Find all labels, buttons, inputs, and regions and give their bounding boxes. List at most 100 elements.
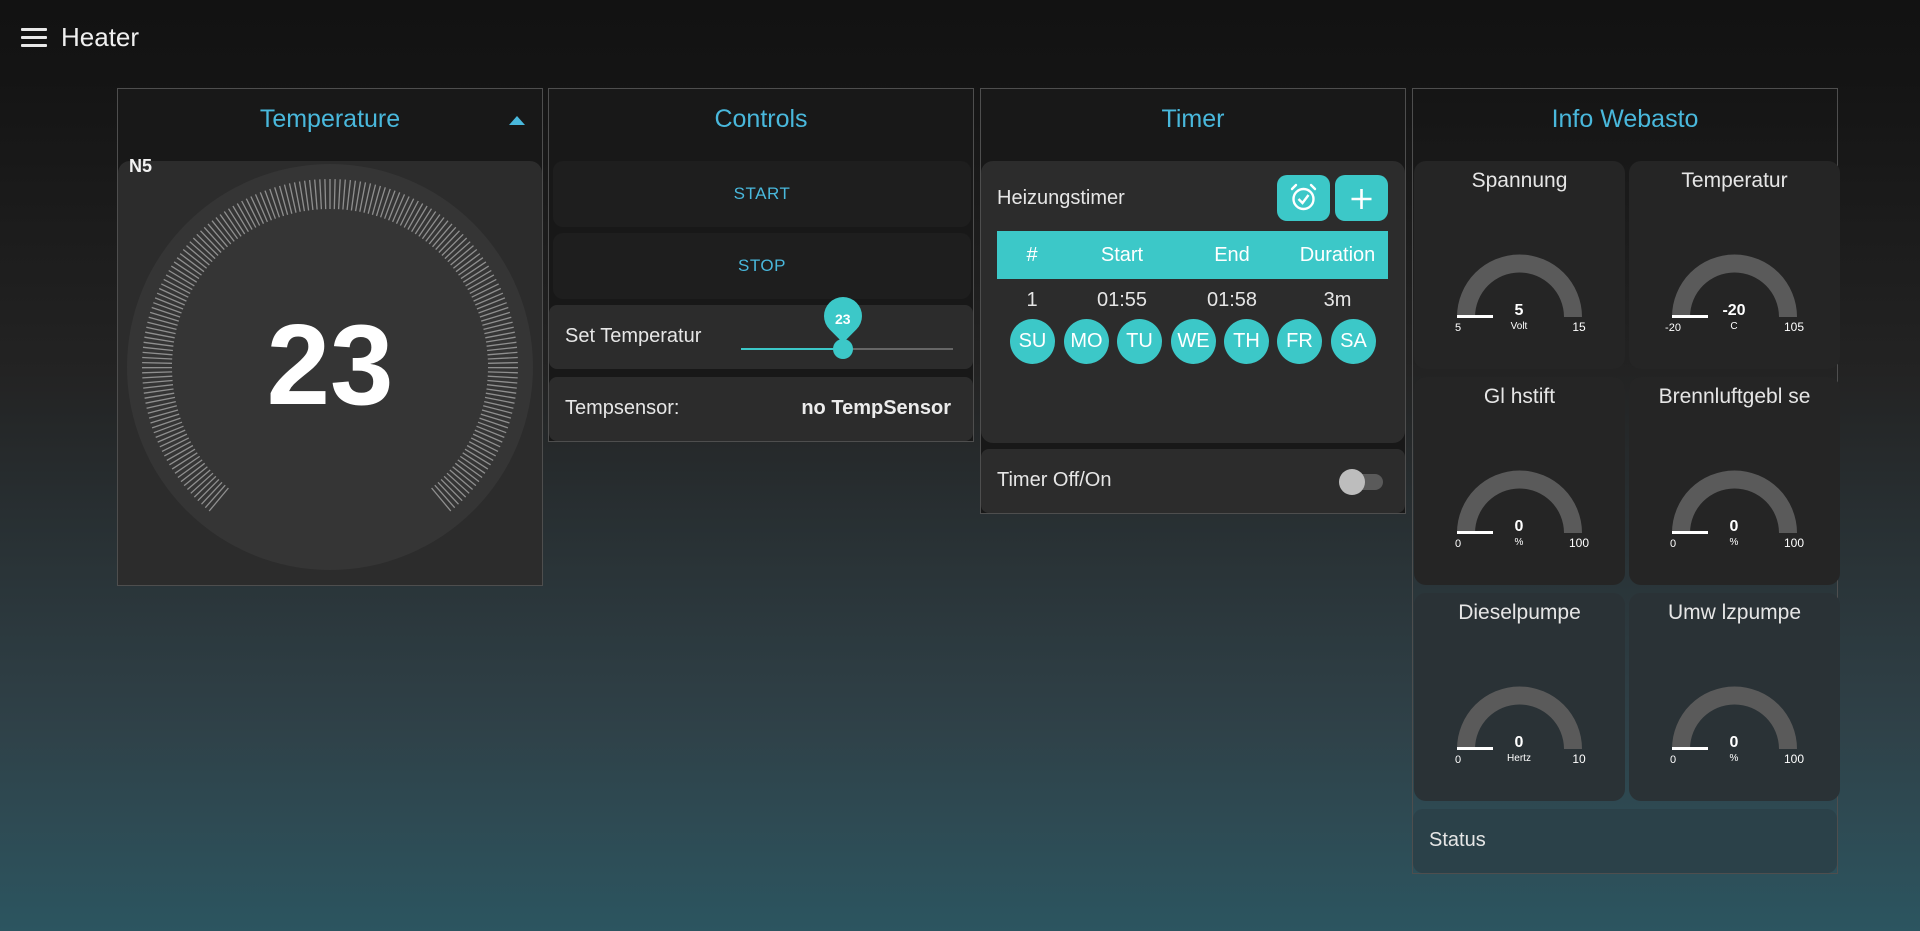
timer-toggle-row: Timer Off/On bbox=[981, 449, 1405, 513]
gauge-dial: 0 Hertz 0 10 bbox=[1455, 686, 1586, 766]
gauge-min: -20 bbox=[1665, 322, 1681, 334]
temperature-value: 23 bbox=[267, 302, 394, 429]
timer-card: Timer Heizungstimer # Start End Duration… bbox=[980, 88, 1406, 514]
collapse-up-icon[interactable] bbox=[509, 116, 525, 125]
gauge-unit: Volt bbox=[1511, 321, 1528, 332]
row-end: 01:58 bbox=[1206, 289, 1258, 311]
gauge-title: Umw lzpumpe bbox=[1667, 601, 1802, 624]
slider-fill bbox=[741, 348, 843, 350]
gauge-title: Gl hstift bbox=[1483, 385, 1556, 408]
timer-panel: Heizungstimer # Start End Duration 1 01:… bbox=[981, 161, 1405, 443]
gauge-4: Brennluftgebl se 0% 0 100 bbox=[1629, 377, 1840, 585]
menu-icon[interactable] bbox=[21, 28, 47, 50]
start-button[interactable]: START bbox=[553, 161, 971, 227]
status-row: Status bbox=[1413, 809, 1837, 873]
gauge-dial: 0% 0 100 bbox=[1455, 470, 1589, 550]
slider-bubble-value: 23 bbox=[834, 311, 851, 327]
status-label: Status bbox=[1429, 829, 1486, 851]
temperature-card: Temperature 23 N5 bbox=[117, 88, 543, 586]
gauge-3: Gl hstift 0% 0 100 bbox=[1414, 377, 1625, 585]
gauge-needle bbox=[1672, 315, 1708, 318]
temp-sensor-row: Tempsensor: no TempSensor bbox=[549, 377, 973, 441]
controls-card-title: Controls bbox=[714, 105, 808, 133]
gauge-unit: % bbox=[1730, 753, 1739, 764]
column-header-index: # bbox=[1026, 244, 1038, 266]
info-card-title: Info Webasto bbox=[1551, 105, 1699, 133]
day-saturday[interactable]: SA bbox=[1331, 319, 1376, 364]
column-header-start: Start bbox=[1100, 244, 1144, 266]
gauge-unit: C bbox=[1730, 321, 1737, 332]
info-webasto-card: Info Webasto Spannung 5 Volt 5 15 Temperatur -… bbox=[1412, 88, 1840, 874]
alarm-clock-icon bbox=[1290, 183, 1317, 211]
temperature-card-title-text: Temperature bbox=[259, 105, 401, 133]
top-bar: Heater bbox=[0, 0, 1920, 76]
dial-tick bbox=[487, 361, 518, 364]
gauge-max: 10 bbox=[1572, 752, 1586, 766]
gauge-max: 100 bbox=[1784, 536, 1804, 550]
toggle-knob bbox=[1339, 469, 1365, 495]
add-timer-button[interactable] bbox=[1335, 175, 1388, 221]
gauge-6: Umw lzpumpe 0% 0 100 bbox=[1629, 593, 1840, 801]
gauge-max: 100 bbox=[1784, 752, 1804, 766]
controls-card: Controls START STOP Set Temperatur 23 Te… bbox=[548, 88, 974, 442]
gauge-value: 0 bbox=[1515, 518, 1524, 535]
gauge-needle bbox=[1457, 531, 1493, 534]
gauge-title: Brennluftgebl se bbox=[1658, 385, 1811, 408]
day-wednesday[interactable]: WE bbox=[1171, 319, 1216, 364]
gauge-2: Temperatur -20 C -20 105 bbox=[1629, 161, 1840, 369]
column-header-duration: Duration bbox=[1299, 244, 1376, 266]
plus-icon bbox=[1351, 189, 1372, 209]
gauge-min: 0 bbox=[1455, 754, 1461, 766]
set-temperature-label: Set Temperatur bbox=[565, 325, 702, 347]
gauge-title: Dieselpumpe bbox=[1458, 601, 1581, 624]
dial-tick bbox=[487, 371, 518, 374]
gauge-needle bbox=[1672, 747, 1708, 750]
column-header-end: End bbox=[1214, 244, 1250, 266]
temp-sensor-value: no TempSensor bbox=[801, 397, 951, 419]
gauge-min: 0 bbox=[1670, 538, 1676, 550]
gauge-dial: -20 C -20 105 bbox=[1665, 254, 1804, 334]
dial-tick bbox=[142, 361, 173, 364]
timer-table-header: # Start End Duration bbox=[997, 231, 1388, 279]
gauge-title: Temperatur bbox=[1681, 169, 1788, 192]
row-index: 1 bbox=[1026, 289, 1038, 311]
timer-card-title: Timer bbox=[1161, 105, 1225, 133]
gauge-dial: 5 Volt 5 15 bbox=[1455, 254, 1586, 334]
day-monday[interactable]: MO bbox=[1064, 319, 1109, 364]
dial-mode-label: N5 bbox=[129, 156, 153, 176]
gauge-value: 0 bbox=[1730, 734, 1739, 751]
set-temperature-row: Set Temperatur 23 bbox=[549, 289, 973, 369]
gauge-1: Spannung 5 Volt 5 15 bbox=[1414, 161, 1625, 369]
thermostat-dial[interactable]: 23 bbox=[118, 161, 542, 585]
gauge-needle bbox=[1457, 747, 1493, 750]
gauge-min: 5 bbox=[1455, 322, 1461, 334]
timer-toggle-switch[interactable] bbox=[1339, 469, 1383, 495]
dial-tick bbox=[324, 179, 327, 210]
day-thursday[interactable]: TH bbox=[1224, 319, 1269, 364]
temperature-card-title: Temperature bbox=[118, 89, 542, 149]
gauge-value: 5 bbox=[1515, 302, 1524, 319]
gauge-unit: % bbox=[1515, 537, 1524, 548]
gauge-needle bbox=[1672, 531, 1708, 534]
timer-toggle-label: Timer Off/On bbox=[997, 469, 1112, 491]
stop-button[interactable]: STOP bbox=[553, 233, 971, 299]
alarm-clock-button[interactable] bbox=[1277, 175, 1330, 221]
gauge-max: 105 bbox=[1784, 320, 1804, 334]
gauge-needle bbox=[1457, 315, 1493, 318]
gauge-unit: Hertz bbox=[1507, 753, 1531, 764]
gauge-value: 0 bbox=[1730, 518, 1739, 535]
gauge-value: 0 bbox=[1515, 734, 1524, 751]
timer-name: Heizungstimer bbox=[997, 187, 1125, 209]
gauge-min: 0 bbox=[1455, 538, 1461, 550]
day-sunday[interactable]: SU bbox=[1010, 319, 1055, 364]
day-tuesday[interactable]: TU bbox=[1117, 319, 1162, 364]
dial-tick bbox=[142, 371, 173, 374]
gauge-max: 100 bbox=[1569, 536, 1589, 550]
dial-tick bbox=[333, 179, 336, 210]
gauge-min: 0 bbox=[1670, 754, 1676, 766]
day-friday[interactable]: FR bbox=[1277, 319, 1322, 364]
gauge-value: -20 bbox=[1722, 302, 1745, 319]
gauge-unit: % bbox=[1730, 537, 1739, 548]
gauge-dial: 0% 0 100 bbox=[1670, 686, 1804, 766]
gauge-5: Dieselpumpe 0 Hertz 0 10 bbox=[1414, 593, 1625, 801]
